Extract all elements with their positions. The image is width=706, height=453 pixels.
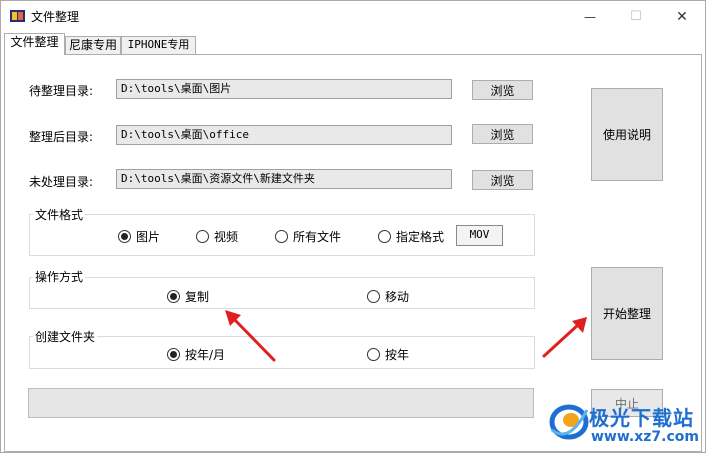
browse-unprocessed-button[interactable]: 浏览 — [472, 170, 533, 190]
tab-iphone[interactable]: IPHONE专用 — [121, 36, 196, 54]
close-button[interactable]: ✕ — [659, 1, 705, 32]
unprocessed-dir-input[interactable]: D:\tools\桌面\资源文件\新建文件夹 — [116, 169, 452, 189]
target-dir-label: 整理后目录: — [29, 130, 94, 144]
close-icon: ✕ — [676, 8, 688, 25]
maximize-button[interactable]: ☐ — [613, 1, 659, 32]
app-icon — [10, 10, 25, 22]
radio-unchecked-icon — [367, 348, 380, 361]
button-label: 开始整理 — [602, 307, 651, 321]
custom-format-input[interactable]: MOV — [456, 225, 503, 246]
radio-label: 视频 — [214, 230, 239, 244]
watermark-logo-icon — [549, 404, 589, 440]
radio-label: 按年/月 — [185, 348, 226, 362]
tab-label: 尼康专用 — [68, 38, 117, 52]
radio-label: 移动 — [385, 290, 410, 304]
radio-unchecked-icon — [378, 230, 391, 243]
app-window: 文件整理 — ☐ ✕ 文件整理 尼康专用 IPHONE专用 待整理目录: D:\… — [0, 0, 706, 453]
operation-group — [29, 277, 535, 309]
button-label: 浏览 — [490, 83, 515, 98]
button-label: 浏览 — [490, 173, 515, 188]
button-label: 浏览 — [490, 127, 515, 142]
create-folder-group — [29, 336, 535, 369]
format-video-radio[interactable]: 视频 — [196, 228, 238, 245]
radio-checked-icon — [167, 348, 180, 361]
file-format-title: 文件格式 — [33, 208, 86, 222]
radio-checked-icon — [118, 230, 131, 243]
radio-label: 复制 — [185, 290, 210, 304]
progress-bar — [28, 388, 534, 418]
format-all-radio[interactable]: 所有文件 — [275, 228, 341, 245]
tab-nikon[interactable]: 尼康专用 — [65, 36, 121, 54]
tab-label: 文件整理 — [10, 35, 59, 49]
radio-label: 图片 — [136, 230, 161, 244]
by-year-month-radio[interactable]: 按年/月 — [167, 346, 225, 363]
radio-unchecked-icon — [367, 290, 380, 303]
radio-label: 按年 — [385, 348, 410, 362]
watermark-text: 极光下载站 — [589, 406, 694, 430]
format-custom-radio[interactable]: 指定格式 — [378, 228, 444, 245]
radio-checked-icon — [167, 290, 180, 303]
watermark-url: www.xz7.com — [591, 429, 699, 445]
copy-radio[interactable]: 复制 — [167, 288, 209, 305]
radio-label: 指定格式 — [396, 230, 445, 244]
unprocessed-dir-label: 未处理目录: — [29, 175, 94, 189]
tab-label: IPHONE专用 — [127, 38, 190, 51]
title-bar: 文件整理 — ☐ ✕ — [1, 1, 705, 32]
minimize-icon: — — [584, 9, 596, 24]
source-dir-label: 待整理目录: — [29, 84, 94, 98]
browse-target-button[interactable]: 浏览 — [472, 124, 533, 144]
target-dir-input[interactable]: D:\tools\桌面\office — [116, 125, 452, 145]
browse-source-button[interactable]: 浏览 — [472, 80, 533, 100]
operation-title: 操作方式 — [33, 270, 86, 284]
by-year-radio[interactable]: 按年 — [367, 346, 409, 363]
maximize-icon: ☐ — [630, 9, 642, 24]
start-organize-button[interactable]: 开始整理 — [591, 267, 663, 360]
move-radio[interactable]: 移动 — [367, 288, 409, 305]
radio-unchecked-icon — [275, 230, 288, 243]
minimize-button[interactable]: — — [567, 1, 613, 32]
radio-unchecked-icon — [196, 230, 209, 243]
format-image-radio[interactable]: 图片 — [118, 228, 160, 245]
watermark: 极光下载站 www.xz7.com — [549, 396, 701, 452]
create-folder-title: 创建文件夹 — [33, 330, 98, 344]
instructions-button[interactable]: 使用说明 — [591, 88, 663, 181]
radio-label: 所有文件 — [293, 230, 342, 244]
button-label: 使用说明 — [602, 128, 651, 142]
tab-file-organize[interactable]: 文件整理 — [4, 33, 65, 55]
window-title: 文件整理 — [31, 10, 80, 24]
source-dir-input[interactable]: D:\tools\桌面\图片 — [116, 79, 452, 99]
